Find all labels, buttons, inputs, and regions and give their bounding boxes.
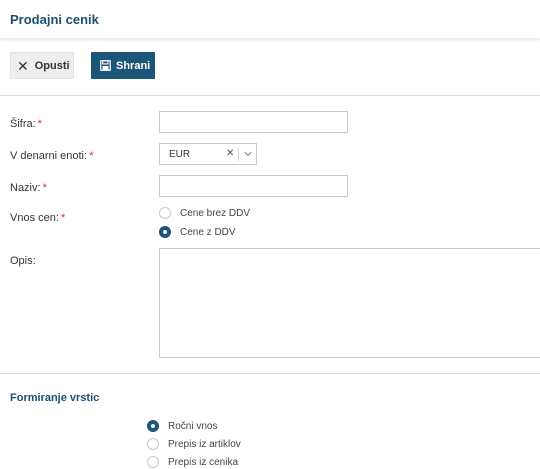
radio-indicator [159, 226, 171, 238]
section-divider [0, 373, 540, 374]
currency-value: EUR [169, 149, 191, 160]
radio-prices-with-vat[interactable]: Cene z DDV [159, 226, 236, 238]
radio-prices-without-vat[interactable]: Cene brez DDV [159, 207, 250, 219]
page-header: Prodajni cenik [0, 0, 540, 38]
required-mark: * [89, 150, 94, 162]
radio-copy-from-items[interactable]: Prepis iz artiklov [147, 438, 241, 450]
section-title: Formiranje vrstic [10, 392, 100, 404]
chevron-down-icon[interactable] [243, 148, 253, 160]
radio-indicator [147, 420, 159, 432]
radio-indicator [147, 438, 159, 450]
description-label: Opis: [10, 255, 36, 267]
name-input[interactable] [159, 175, 348, 197]
cancel-button[interactable]: ✕ Opusti [10, 52, 74, 79]
radio-manual-entry[interactable]: Ročni vnos [147, 420, 217, 432]
code-label: Šifra: * [10, 118, 42, 130]
currency-label: V denarni enoti: * [10, 150, 94, 162]
radio-indicator [147, 456, 159, 468]
toolbar: ✕ Opusti Shrani [0, 38, 540, 96]
required-mark: * [60, 212, 66, 224]
select-separator [238, 148, 239, 161]
cancel-button-label: Opusti [34, 59, 70, 72]
name-label: Naziv: * [10, 182, 47, 194]
page-title: Prodajni cenik [10, 12, 99, 27]
code-input[interactable] [159, 111, 348, 133]
description-textarea[interactable] [159, 248, 540, 358]
required-mark: * [42, 182, 47, 194]
save-icon [100, 60, 111, 71]
close-icon: ✕ [17, 57, 29, 74]
clear-icon[interactable]: ✕ [226, 148, 234, 159]
save-button-label: Shrani [116, 59, 151, 72]
required-mark: * [37, 118, 42, 130]
currency-select[interactable]: EUR ✕ [159, 143, 257, 165]
radio-indicator [159, 207, 171, 219]
radio-copy-from-pricelist[interactable]: Prepis iz cenika [147, 456, 238, 468]
save-button[interactable]: Shrani [91, 52, 155, 79]
price-entry-label: Vnos cen: * [10, 212, 66, 224]
